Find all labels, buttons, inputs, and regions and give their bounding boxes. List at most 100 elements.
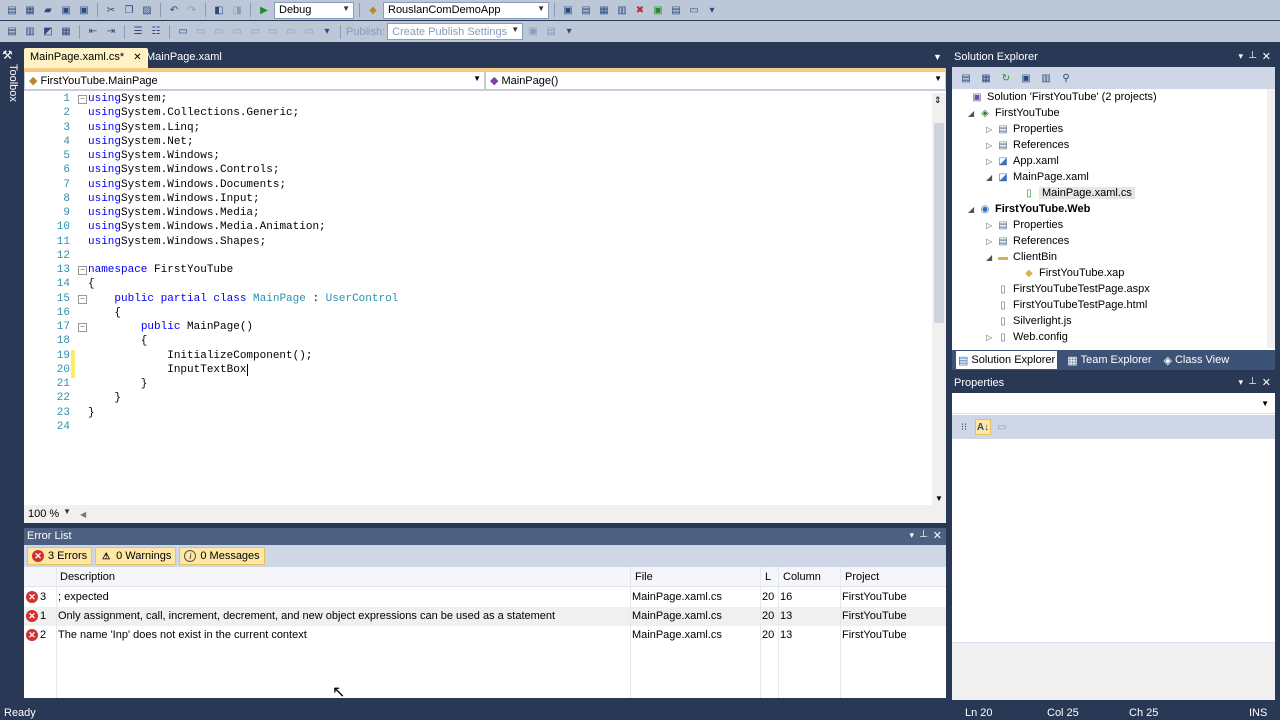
error-row[interactable]: ✕ 1 Only assignment, call, increment, decr… — [24, 607, 946, 626]
previous-bookmark-folder-icon[interactable]: ▭ — [229, 24, 245, 40]
add-item-icon[interactable]: ▦ — [22, 2, 38, 18]
scrollbar-thumb[interactable] — [934, 123, 944, 323]
collapse-icon[interactable]: − — [78, 266, 87, 275]
code-area[interactable]: 1− usingSystem; 2 usingSystem.Collections.G… — [24, 93, 932, 505]
type-navigation-select[interactable]: ◆ FirstYouTube.MainPage ▼ — [24, 71, 485, 90]
cut-icon[interactable]: ✂ — [103, 2, 119, 18]
code-line[interactable]: 4 usingSystem.Net; — [24, 136, 932, 150]
code-line[interactable]: 21 } — [24, 378, 932, 392]
code-line[interactable]: 8 usingSystem.Windows.Input; — [24, 193, 932, 207]
solution-explorer-toolbar-icon[interactable]: ▤ — [578, 2, 594, 18]
code-line[interactable]: 6 usingSystem.Windows.Controls; — [24, 164, 932, 178]
split-icon[interactable]: ⇕ — [934, 95, 942, 106]
collapse-icon[interactable]: − — [78, 323, 87, 332]
pin-icon[interactable]: ⊥ — [919, 529, 928, 540]
close-icon[interactable]: ✕ — [1262, 376, 1271, 389]
tab-solution-explorer[interactable]: ▤ Solution Explorer — [956, 351, 1058, 369]
close-icon[interactable]: ✕ — [1262, 50, 1271, 63]
toolbar-options-icon[interactable]: ▾ — [319, 24, 335, 40]
code-line[interactable]: 2 usingSystem.Collections.Generic; — [24, 107, 932, 121]
code-line[interactable]: 20 InputTextBox​ — [24, 363, 932, 378]
save-all-icon[interactable]: ▣ — [76, 2, 92, 18]
toolbox-icon[interactable]: ⚒ — [2, 48, 13, 62]
show-all-files-icon[interactable]: ▦ — [978, 70, 994, 86]
collapse-arrow-icon[interactable]: ◢ — [968, 205, 978, 214]
properties-icon[interactable]: ▤ — [958, 70, 974, 86]
property-pages-icon[interactable]: ▭ — [994, 419, 1010, 435]
alphabetical-icon[interactable]: A↓ — [975, 419, 991, 435]
column-header-column[interactable]: Column — [783, 571, 821, 583]
display-object-member-list-icon[interactable]: ▤ — [4, 24, 20, 40]
scroll-down-icon[interactable]: ▼ — [935, 494, 943, 503]
navigate-back-icon[interactable]: ◧ — [211, 2, 227, 18]
code-line[interactable]: 24 — [24, 421, 932, 435]
open-file-icon[interactable]: ▰ — [40, 2, 56, 18]
tab-mainpage-xaml-cs[interactable]: MainPage.xaml.cs* ✕ — [24, 48, 148, 68]
expand-arrow-icon[interactable]: ▷ — [986, 141, 996, 150]
tree-node[interactable]: ▣ Solution 'FirstYouTube' (2 projects) — [960, 89, 1156, 105]
quick-info-icon[interactable]: ◩ — [40, 24, 56, 40]
code-line[interactable]: 14 { — [24, 278, 932, 292]
column-header-line[interactable]: L — [765, 571, 771, 583]
close-icon[interactable]: ✕ — [933, 529, 942, 542]
view-designer-icon[interactable]: ▥ — [1038, 70, 1054, 86]
navigate-forward-icon[interactable]: ◨ — [229, 2, 245, 18]
tab-class-view[interactable]: ◈ Class View — [1162, 351, 1232, 369]
window-position-icon[interactable]: ▾ — [1238, 377, 1243, 388]
collapse-arrow-icon[interactable]: ◢ — [986, 173, 996, 182]
toolbox-tab[interactable]: Toolbox — [1, 64, 19, 114]
code-line[interactable]: 18 { — [24, 335, 932, 349]
next-bookmark-icon[interactable]: ▭ — [211, 24, 227, 40]
view-class-diagram-icon[interactable]: ⚲ — [1058, 70, 1074, 86]
object-browser-icon[interactable]: ▥ — [614, 2, 630, 18]
command-window-icon[interactable]: ▭ — [686, 2, 702, 18]
tree-node[interactable]: ▯ MainPage.xaml.cs — [1012, 185, 1135, 201]
vertical-scrollbar[interactable]: ⇕ ▼ — [932, 93, 946, 505]
expand-arrow-icon[interactable]: ▷ — [986, 333, 996, 342]
code-editor[interactable]: ◆ FirstYouTube.MainPage ▼ ◆ MainPage() ▼ 1… — [24, 68, 946, 523]
categorized-icon[interactable]: ⁝⁝ — [956, 419, 972, 435]
start-debugging-icon[interactable]: ▶ — [256, 2, 272, 18]
toggle-bookmark-icon[interactable]: ▭ — [175, 24, 191, 40]
extension-manager-icon[interactable]: ▤ — [668, 2, 684, 18]
next-bookmark-document-icon[interactable]: ▭ — [283, 24, 299, 40]
code-line[interactable]: 16 { — [24, 307, 932, 321]
pin-icon[interactable]: ⊥ — [1248, 50, 1257, 61]
redo-icon[interactable]: ↷ — [184, 2, 200, 18]
warnings-filter-button[interactable]: ⚠ 0 Warnings — [95, 547, 177, 565]
member-navigation-select[interactable]: ◆ MainPage() ▼ — [485, 71, 946, 90]
expand-arrow-icon[interactable]: ▷ — [986, 221, 996, 230]
start-page-icon[interactable]: ▣ — [650, 2, 666, 18]
collapse-icon[interactable]: − — [78, 294, 87, 304]
tab-mainpage-xaml[interactable]: MainPage.xaml — [140, 48, 228, 68]
code-line[interactable]: 12 — [24, 250, 932, 264]
errors-filter-button[interactable]: ✕ 3 Errors — [27, 547, 93, 565]
uncomment-icon[interactable]: ☷ — [148, 24, 164, 40]
tree-node[interactable]: ▷ ▯ Web.config — [986, 329, 1068, 345]
decrease-indent-icon[interactable]: ⇤ — [85, 24, 101, 40]
window-position-icon[interactable]: ▾ — [1238, 51, 1243, 62]
column-header-project[interactable]: Project — [845, 571, 879, 583]
code-line[interactable]: 15− public partial class MainPage : User… — [24, 293, 932, 307]
code-line[interactable]: 19 InitializeComponent(); — [24, 349, 932, 364]
tree-node[interactable]: ▷ ▤ References — [986, 233, 1069, 249]
toolbar-options-icon[interactable]: ▾ — [561, 24, 577, 40]
publish-web-icon[interactable]: ▣ — [525, 24, 541, 40]
increase-indent-icon[interactable]: ⇥ — [103, 24, 119, 40]
collapse-arrow-icon[interactable]: ◢ — [986, 253, 996, 262]
code-line[interactable]: 13− namespace FirstYouTube — [24, 264, 932, 278]
active-files-dropdown-icon[interactable]: ▼ — [933, 52, 942, 62]
tree-node[interactable]: ◢ ▬ ClientBin — [986, 249, 1057, 265]
tree-node[interactable]: ▯ Silverlight.js — [986, 313, 1071, 329]
code-line[interactable]: 11 usingSystem.Windows.Shapes; — [24, 236, 932, 250]
refresh-icon[interactable]: ↻ — [998, 70, 1014, 86]
find-in-files-icon[interactable]: ▣ — [560, 2, 576, 18]
expand-arrow-icon[interactable]: ▷ — [986, 237, 996, 246]
toolbar-options-icon[interactable]: ▾ — [704, 2, 720, 18]
parameter-info-icon[interactable]: ▥ — [22, 24, 38, 40]
vertical-scrollbar[interactable] — [1267, 89, 1275, 348]
tree-node[interactable]: ◢ ◈ FirstYouTube — [968, 105, 1060, 121]
tree-node[interactable]: ◢ ◉ FirstYouTube.Web — [968, 201, 1090, 217]
code-line[interactable]: 23} — [24, 407, 932, 421]
clear-bookmarks-icon[interactable]: ▭ — [301, 24, 317, 40]
